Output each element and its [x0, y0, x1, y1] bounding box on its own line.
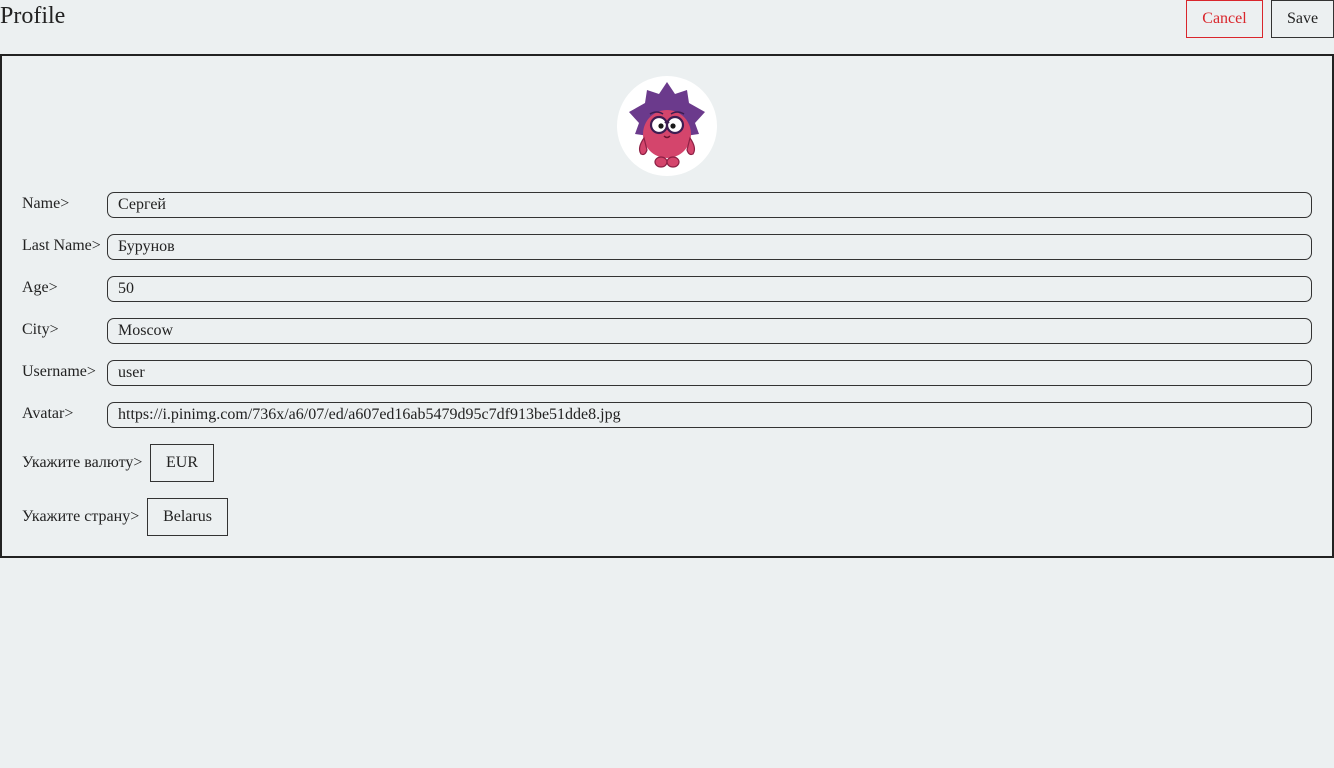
last-name-field[interactable] — [107, 234, 1312, 260]
save-button[interactable]: Save — [1271, 0, 1334, 38]
username-label: Username> — [22, 363, 96, 380]
page-title: Profile — [0, 3, 66, 29]
profile-form-panel: Name> Last Name> Age> City> Username> Av… — [0, 54, 1334, 558]
avatar — [617, 76, 717, 176]
name-label: Name> — [22, 195, 70, 212]
name-field[interactable] — [107, 192, 1312, 218]
country-label: Укажите страну> — [22, 508, 140, 525]
username-field[interactable] — [107, 360, 1312, 386]
avatar-url-label: Avatar> — [22, 405, 74, 422]
city-label: City> — [22, 321, 59, 338]
hedgehog-character-icon — [629, 82, 705, 168]
country-select[interactable]: Belarus — [147, 498, 228, 536]
last-name-label: Last Name> — [22, 237, 101, 254]
city-field[interactable] — [107, 318, 1312, 344]
currency-label: Укажите валюту> — [22, 454, 143, 471]
cancel-button[interactable]: Cancel — [1186, 0, 1263, 38]
age-field[interactable] — [107, 276, 1312, 302]
age-label: Age> — [22, 279, 58, 296]
currency-select[interactable]: EUR — [150, 444, 214, 482]
avatar-url-field[interactable] — [107, 402, 1312, 428]
